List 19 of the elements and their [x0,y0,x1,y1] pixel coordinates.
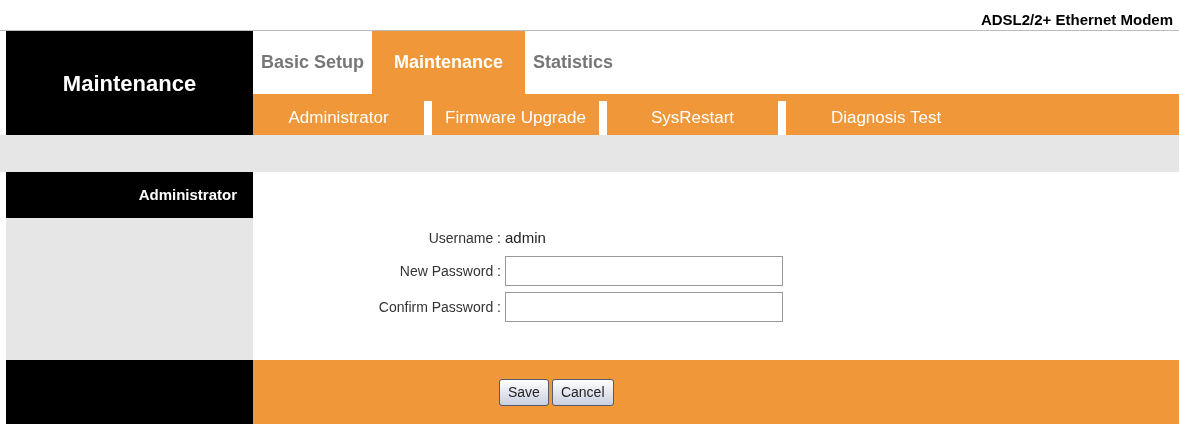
tab-separator [778,101,786,135]
tab-separator [599,101,607,135]
sub-nav-link[interactable]: Firmware Upgrade [432,101,599,135]
field-label: Confirm Password : [378,297,501,317]
password-field[interactable] [505,292,783,322]
form-button[interactable]: Save [499,378,549,406]
field-label: New Password : [399,261,501,281]
tab-separator [424,101,432,135]
password-field[interactable] [505,256,783,286]
product-name: ADSL2/2+ Ethernet Modem [980,11,1173,29]
username-value: admin [505,227,546,248]
sub-nav-link[interactable]: SysRestart [607,101,778,135]
sidebar-title: Administrator [138,184,237,205]
sub-nav-link[interactable]: Diagnosis Test [786,101,986,135]
nav-tab[interactable]: Maintenance [372,31,526,94]
sub-nav-link[interactable]: Administrator [253,101,424,135]
field-label: Username : [428,228,501,248]
form-button[interactable]: Cancel [551,378,614,406]
section-title: Maintenance [62,69,197,98]
